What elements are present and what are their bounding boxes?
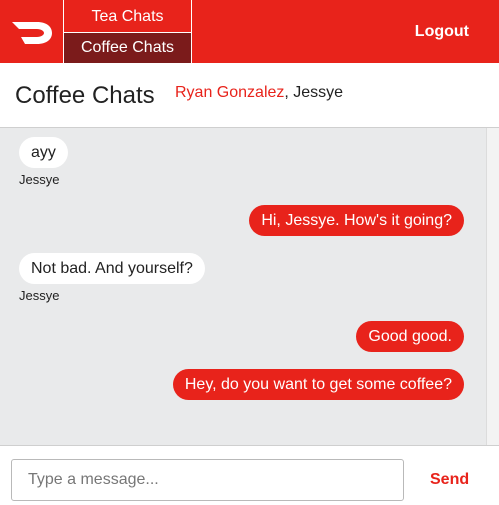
chat-header: Coffee Chats Ryan Gonzalez, Jessye	[0, 63, 499, 128]
chat-tabs: Tea Chats Coffee Chats	[63, 0, 192, 63]
message-list: ayy Jessye Hi, Jessye. How's it going? N…	[0, 128, 486, 445]
top-nav-bar: Tea Chats Coffee Chats Logout	[0, 0, 499, 63]
page-title: Coffee Chats	[15, 82, 155, 109]
participant-ryan-gonzalez: Ryan Gonzalez	[175, 84, 285, 101]
message-bubble-outgoing: Good good.	[356, 321, 464, 352]
message-bubble-incoming: ayy	[19, 137, 68, 168]
message-sender: Jessye	[19, 288, 60, 303]
participants-list: Ryan Gonzalez, Jessye	[175, 84, 343, 102]
tab-coffee-chats[interactable]: Coffee Chats	[64, 33, 191, 63]
messages-scrollbar[interactable]	[486, 128, 499, 445]
message-input[interactable]	[11, 459, 404, 501]
message-bubble-outgoing: Hi, Jessye. How's it going?	[249, 205, 464, 236]
message-sender: Jessye	[19, 172, 60, 187]
participant-separator: ,	[284, 84, 294, 101]
logout-button[interactable]: Logout	[415, 0, 469, 63]
tab-tea-chats[interactable]: Tea Chats	[64, 0, 191, 33]
doordash-logo-icon[interactable]	[0, 0, 63, 63]
message-composer: Send	[0, 445, 499, 505]
send-button[interactable]: Send	[430, 459, 469, 501]
message-bubble-incoming: Not bad. And yourself?	[19, 253, 205, 284]
participant-jessye: Jessye	[293, 84, 344, 101]
message-bubble-outgoing: Hey, do you want to get some coffee?	[172, 369, 464, 400]
